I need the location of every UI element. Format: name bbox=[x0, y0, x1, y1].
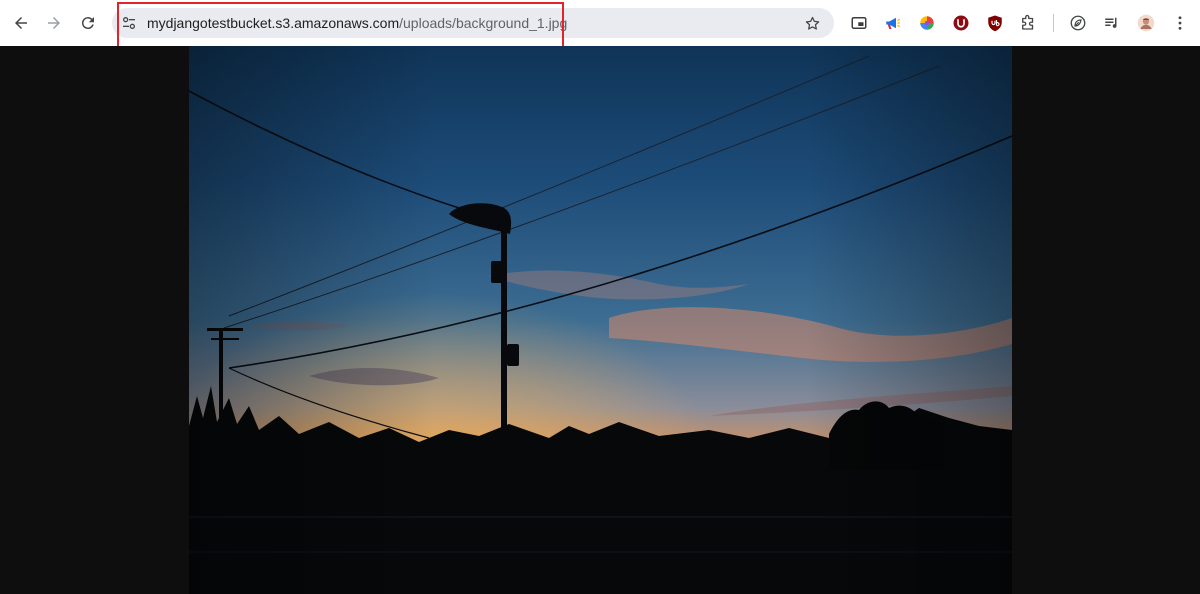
profile-avatar[interactable] bbox=[1135, 12, 1157, 34]
toolbar-divider bbox=[1053, 14, 1054, 32]
star-icon bbox=[805, 16, 819, 30]
forward-button[interactable] bbox=[41, 10, 67, 36]
media-queue-button[interactable] bbox=[1101, 12, 1123, 34]
performance-button[interactable] bbox=[1067, 12, 1089, 34]
performance-leaf-icon bbox=[1070, 15, 1086, 31]
u-badge-extension[interactable] bbox=[950, 12, 972, 34]
reload-button[interactable] bbox=[75, 10, 101, 36]
puzzle-extensions-icon bbox=[1022, 14, 1034, 30]
reload-icon bbox=[81, 17, 94, 30]
arrow-left-icon bbox=[15, 17, 27, 29]
ublock-origin-icon bbox=[988, 15, 1002, 32]
picture-in-picture-button[interactable] bbox=[848, 12, 870, 34]
image-viewer bbox=[0, 46, 1200, 594]
megaphone-extension[interactable] bbox=[882, 12, 904, 34]
picture-in-picture-icon bbox=[851, 17, 867, 29]
color-wheel-extension[interactable] bbox=[916, 12, 938, 34]
bookmark-button[interactable] bbox=[802, 13, 822, 33]
megaphone-icon bbox=[886, 17, 901, 29]
media-queue-icon bbox=[1105, 17, 1117, 28]
arrow-right-icon bbox=[48, 17, 60, 29]
sunset-photo bbox=[189, 46, 1012, 594]
more-vertical-icon bbox=[1178, 16, 1182, 30]
profile-avatar-icon bbox=[1137, 14, 1155, 32]
displayed-image bbox=[189, 46, 1012, 594]
u-badge-icon bbox=[953, 15, 969, 31]
extensions-button[interactable] bbox=[1017, 12, 1039, 34]
more-options-button[interactable] bbox=[1169, 12, 1191, 34]
ublock-origin-extension[interactable] bbox=[984, 12, 1006, 34]
back-button[interactable] bbox=[8, 10, 34, 36]
color-wheel-icon bbox=[920, 16, 934, 30]
